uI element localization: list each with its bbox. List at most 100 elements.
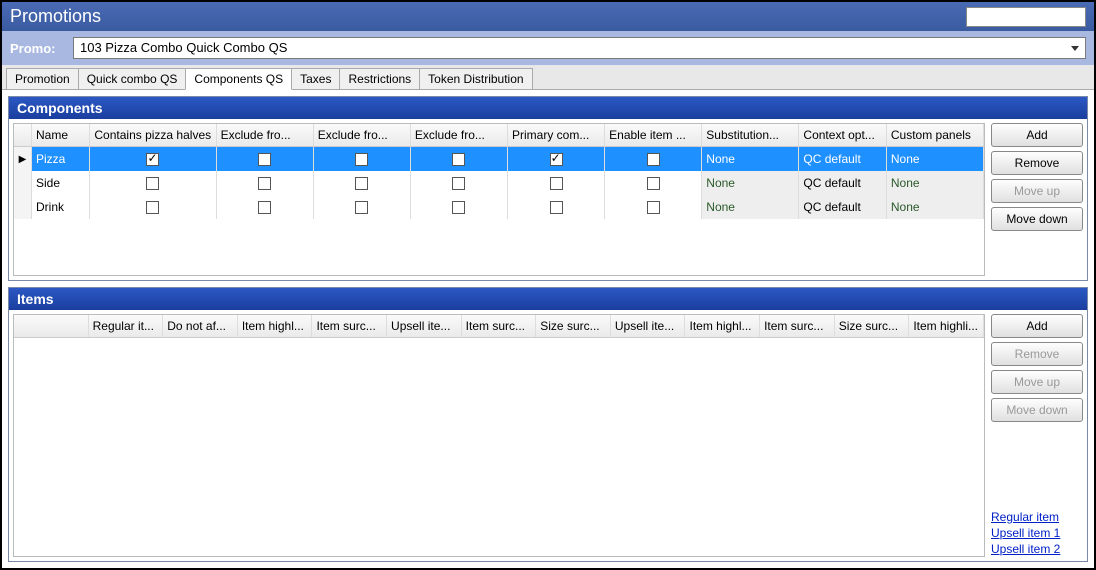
title-search-box[interactable] [966,7,1086,27]
component-text-cell[interactable]: None [702,147,799,171]
components-movedown-button[interactable]: Move down [991,207,1083,231]
components-col-header[interactable]: Contains pizza halves [90,124,216,146]
tab-quick-combo-qs[interactable]: Quick combo QS [78,68,187,89]
component-checkbox-cell[interactable] [508,147,605,171]
items-moveup-button[interactable]: Move up [991,370,1083,394]
component-checkbox-cell[interactable] [508,171,605,195]
component-name-cell[interactable]: Side [32,171,90,195]
items-link[interactable]: Upsell item 2 [991,541,1083,557]
component-text-cell[interactable]: None [887,171,984,195]
components-col-header[interactable]: Name [32,124,90,146]
checkbox-icon[interactable] [647,153,660,166]
components-panel: Components NameContains pizza halvesExcl… [8,96,1088,281]
components-row[interactable]: ▶PizzaNoneQC defaultNone [14,147,984,171]
component-text-cell[interactable]: None [702,171,799,195]
components-col-header[interactable]: Context opt... [799,124,886,146]
checkbox-icon[interactable] [146,153,159,166]
component-checkbox-cell[interactable] [605,147,702,171]
checkbox-icon[interactable] [647,201,660,214]
component-checkbox-cell[interactable] [217,195,314,219]
checkbox-icon[interactable] [452,201,465,214]
component-checkbox-cell[interactable] [508,195,605,219]
component-text-cell[interactable]: None [887,147,984,171]
checkbox-icon[interactable] [258,177,271,190]
components-add-button[interactable]: Add [991,123,1083,147]
checkbox-icon[interactable] [550,177,563,190]
checkbox-icon[interactable] [258,201,271,214]
checkbox-icon[interactable] [550,153,563,166]
component-text-cell[interactable]: QC default [799,147,886,171]
component-name-cell[interactable]: Pizza [32,147,90,171]
items-link[interactable]: Upsell item 1 [991,525,1083,541]
components-col-header[interactable]: Substitution... [702,124,799,146]
components-buttons: Add Remove Move up Move down [991,123,1083,276]
items-remove-button[interactable]: Remove [991,342,1083,366]
items-col-header[interactable]: Item surc... [462,315,537,337]
component-checkbox-cell[interactable] [411,147,508,171]
items-col-header[interactable]: Item surc... [312,315,387,337]
checkbox-icon[interactable] [258,153,271,166]
component-checkbox-cell[interactable] [217,171,314,195]
checkbox-icon[interactable] [355,201,368,214]
tab-promotion[interactable]: Promotion [6,68,79,89]
items-movedown-button[interactable]: Move down [991,398,1083,422]
components-col-header[interactable]: Exclude fro... [314,124,411,146]
component-checkbox-cell[interactable] [411,195,508,219]
checkbox-icon[interactable] [452,177,465,190]
checkbox-icon[interactable] [452,153,465,166]
checkbox-icon[interactable] [550,201,563,214]
tab-restrictions[interactable]: Restrictions [339,68,420,89]
items-add-button[interactable]: Add [991,314,1083,338]
checkbox-icon[interactable] [647,177,660,190]
component-text-cell[interactable]: QC default [799,171,886,195]
component-checkbox-cell[interactable] [217,147,314,171]
component-name-cell[interactable]: Drink [32,195,90,219]
components-moveup-button[interactable]: Move up [991,179,1083,203]
items-col-header[interactable]: Upsell ite... [387,315,462,337]
checkbox-icon[interactable] [355,177,368,190]
items-grid-rows [14,338,984,556]
items-col-header[interactable]: Regular it... [89,315,164,337]
tab-token-distribution[interactable]: Token Distribution [419,68,532,89]
tab-taxes[interactable]: Taxes [291,68,340,89]
tab-components-qs[interactable]: Components QS [185,68,292,90]
items-link[interactable]: Regular item [991,509,1083,525]
components-remove-button[interactable]: Remove [991,151,1083,175]
component-checkbox-cell[interactable] [605,195,702,219]
components-col-header[interactable]: Custom panels [887,124,984,146]
items-col-header[interactable]: Upsell ite... [611,315,686,337]
items-col-header[interactable]: Item highl... [238,315,313,337]
component-checkbox-cell[interactable] [411,171,508,195]
component-checkbox-cell[interactable] [90,171,216,195]
items-buttons: Add Remove Move up Move down Regular ite… [991,314,1083,557]
items-grid[interactable]: Regular it...Do not af...Item highl...It… [13,314,985,557]
components-grid[interactable]: NameContains pizza halvesExclude fro...E… [13,123,985,276]
component-checkbox-cell[interactable] [314,171,411,195]
component-checkbox-cell[interactable] [605,171,702,195]
component-checkbox-cell[interactable] [90,195,216,219]
components-grid-rows: ▶PizzaNoneQC defaultNoneSideNoneQC defau… [14,147,984,219]
components-row[interactable]: Drink NoneQC defaultNone [14,195,984,219]
components-col-header[interactable]: Enable item ... [605,124,702,146]
components-col-header[interactable]: Exclude fro... [411,124,508,146]
promo-dropdown[interactable]: 103 Pizza Combo Quick Combo QS [73,37,1086,59]
items-col-header[interactable]: Item surc... [760,315,835,337]
checkbox-icon[interactable] [146,201,159,214]
items-col-header[interactable]: Size surc... [835,315,910,337]
component-text-cell[interactable]: None [702,195,799,219]
components-row[interactable]: Side NoneQC defaultNone [14,171,984,195]
items-col-header[interactable]: Item highl... [685,315,760,337]
components-col-header[interactable]: Exclude fro... [217,124,314,146]
components-col-header[interactable]: Primary com... [508,124,605,146]
component-text-cell[interactable]: None [887,195,984,219]
checkbox-icon[interactable] [355,153,368,166]
component-checkbox-cell[interactable] [314,195,411,219]
items-col-header[interactable]: Size surc... [536,315,611,337]
component-checkbox-cell[interactable] [90,147,216,171]
checkbox-icon[interactable] [146,177,159,190]
items-col-header[interactable]: Item highli... [909,315,984,337]
components-body: NameContains pizza halvesExclude fro...E… [9,119,1087,280]
component-text-cell[interactable]: QC default [799,195,886,219]
component-checkbox-cell[interactable] [314,147,411,171]
items-col-header[interactable]: Do not af... [163,315,238,337]
